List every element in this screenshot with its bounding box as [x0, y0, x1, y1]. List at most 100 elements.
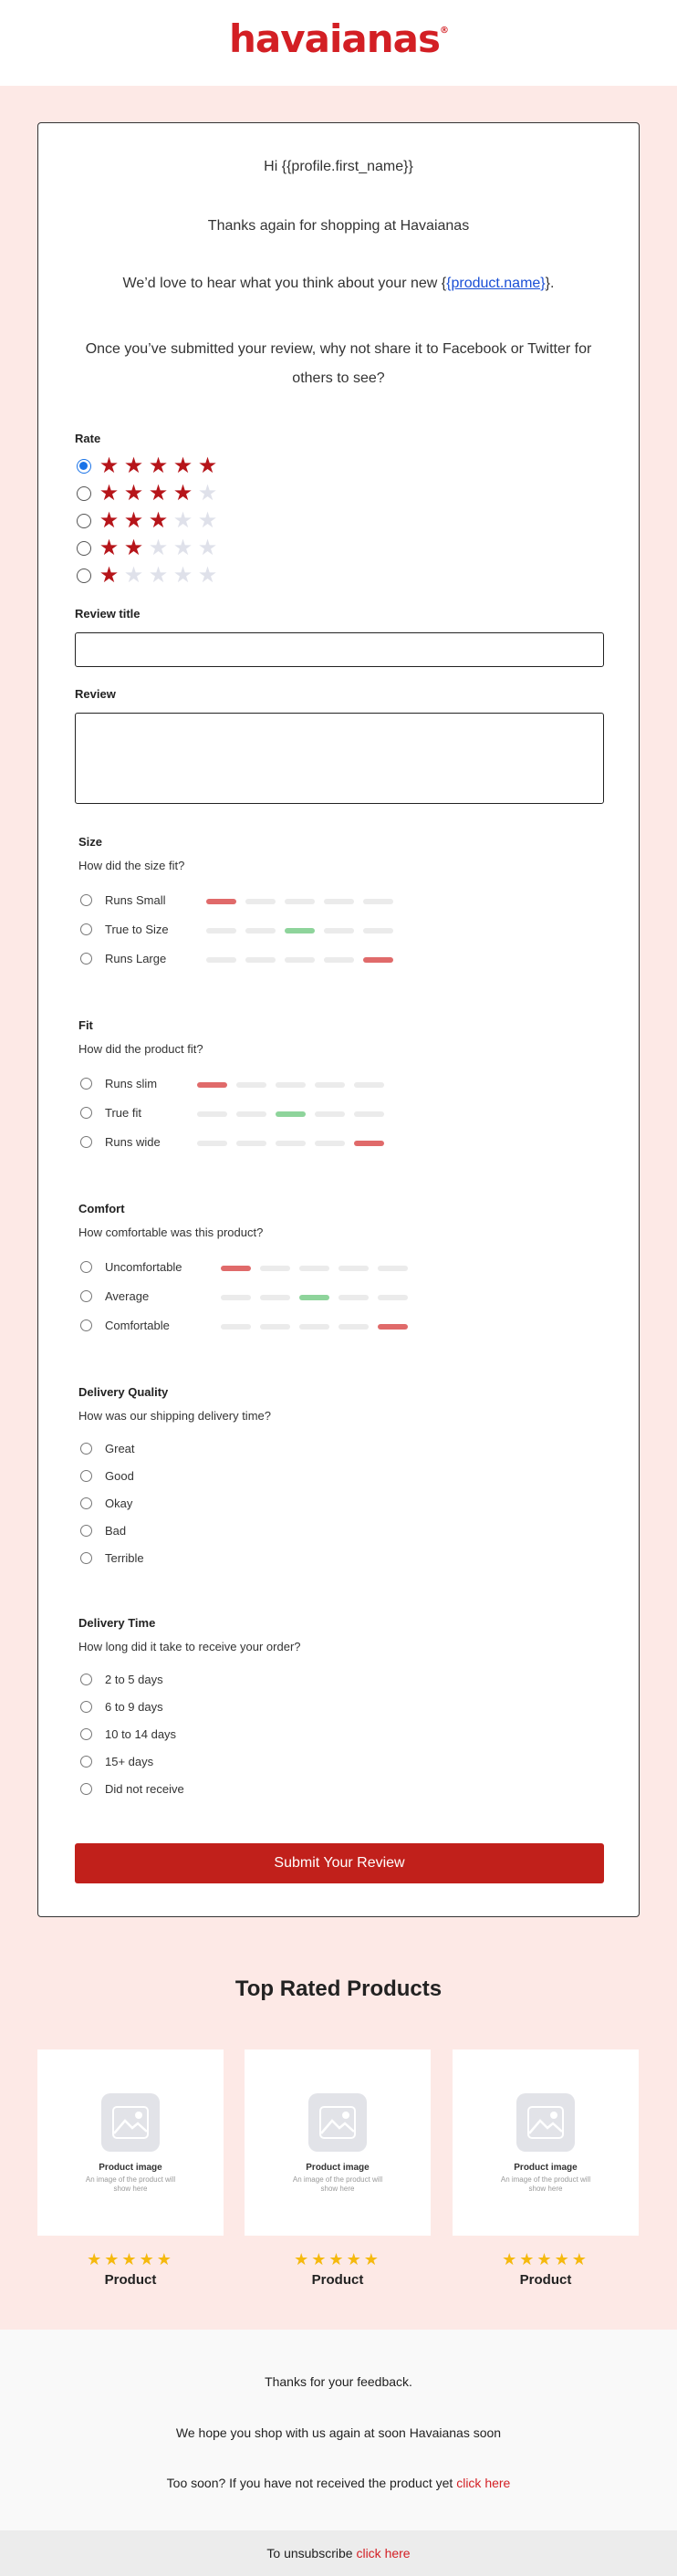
submit-review-button[interactable]: Submit Your Review — [75, 1843, 604, 1883]
fit-scale-indicator — [197, 1111, 384, 1117]
comfort-option[interactable]: Comfortable — [80, 1317, 170, 1333]
radio-button[interactable] — [80, 923, 92, 935]
rate-radio[interactable] — [77, 568, 91, 583]
rate-radio[interactable] — [77, 486, 91, 501]
rate-option-4[interactable]: ★ ★ ★ ★ ★ — [77, 483, 220, 505]
size-option[interactable]: True to Size — [80, 921, 169, 937]
comfort-option[interactable]: Uncomfortable — [80, 1258, 182, 1275]
product-name[interactable]: Product — [245, 2272, 431, 2288]
radio-button[interactable] — [80, 1260, 92, 1273]
product-name[interactable]: Product — [453, 2272, 639, 2288]
radio-button[interactable] — [80, 893, 92, 906]
scale-bar — [363, 957, 393, 963]
product-name-link[interactable]: {product.name} — [446, 276, 546, 291]
not-received-link[interactable]: click here — [456, 2476, 510, 2490]
scale-bar — [221, 1324, 251, 1330]
header: havaianas® — [0, 0, 677, 86]
product-name[interactable]: Product — [37, 2272, 224, 2288]
radio-button[interactable] — [80, 1551, 92, 1564]
radio-button[interactable] — [80, 1497, 92, 1509]
unsubscribe-link[interactable]: click here — [356, 2546, 410, 2560]
scale-bar — [285, 899, 315, 904]
delivery-time-option[interactable]: 15+ days — [80, 1753, 153, 1769]
option-label: Runs Small — [105, 892, 166, 907]
review-title-input[interactable] — [75, 632, 604, 667]
havaianas-logo[interactable]: havaianas® — [0, 16, 677, 61]
delivery-time-option[interactable]: 10 to 14 days — [80, 1726, 176, 1742]
fit-option[interactable]: Runs wide — [80, 1133, 161, 1150]
radio-button[interactable] — [80, 1289, 92, 1302]
star-icon: ★ — [197, 563, 218, 588]
scale-bar — [221, 1266, 251, 1271]
radio-button[interactable] — [80, 1319, 92, 1331]
radio-button[interactable] — [80, 1442, 92, 1455]
scale-bar — [324, 957, 354, 963]
review-textarea[interactable] — [75, 713, 604, 804]
delivery-quality-option[interactable]: Okay — [80, 1495, 132, 1511]
radio-button[interactable] — [80, 1700, 92, 1713]
delivery-quality-question: How was our shipping delivery time? — [78, 1409, 271, 1423]
rate-option-3[interactable]: ★ ★ ★ ★ ★ — [77, 510, 220, 532]
radio-button[interactable] — [80, 1135, 92, 1148]
review-form-card: Hi {{profile.first_name}} Thanks again f… — [37, 122, 640, 1917]
radio-button[interactable] — [80, 1755, 92, 1768]
fit-option[interactable]: True fit — [80, 1104, 141, 1121]
option-label: Did not receive — [105, 1781, 184, 1796]
radio-button[interactable] — [80, 1673, 92, 1685]
fit-title: Fit — [78, 1018, 93, 1032]
scale-bar — [338, 1266, 369, 1271]
size-question: How did the size fit? — [78, 859, 185, 872]
rate-radio[interactable] — [77, 459, 91, 474]
delivery-time-option[interactable]: 2 to 5 days — [80, 1671, 163, 1687]
radio-button[interactable] — [80, 1727, 92, 1740]
star-icon: ★ — [99, 508, 120, 533]
radio-button[interactable] — [80, 1782, 92, 1795]
rate-option-2[interactable]: ★ ★ ★ ★ ★ — [77, 537, 220, 559]
product-card[interactable]: Product image An image of the product wil… — [245, 2049, 431, 2236]
product-image-title: Product image — [514, 2163, 578, 2173]
comfort-title: Comfort — [78, 1202, 125, 1215]
rate-option-1[interactable]: ★ ★ ★ ★ ★ — [77, 565, 220, 587]
delivery-quality-option[interactable]: Bad — [80, 1522, 126, 1538]
star-icon: ★ — [123, 536, 144, 560]
scale-bar — [276, 1141, 306, 1146]
fit-scale-indicator — [197, 1141, 384, 1146]
product-image-desc: An image of the product will show here — [500, 2175, 591, 2193]
product-rating-stars: ★★★★★ — [502, 2250, 589, 2268]
comfort-question: How comfortable was this product? — [78, 1225, 264, 1239]
option-label: Okay — [105, 1496, 133, 1510]
scale-bar — [236, 1141, 266, 1146]
radio-button[interactable] — [80, 1106, 92, 1119]
radio-button[interactable] — [80, 952, 92, 965]
review-title-label: Review title — [75, 607, 141, 621]
scale-bar — [197, 1082, 227, 1088]
radio-button[interactable] — [80, 1524, 92, 1537]
delivery-quality-option[interactable]: Terrible — [80, 1549, 144, 1566]
scale-bar — [315, 1141, 345, 1146]
size-option[interactable]: Runs Small — [80, 892, 165, 908]
delivery-time-title: Delivery Time — [78, 1616, 156, 1630]
rate-option-5[interactable]: ★ ★ ★ ★ ★ — [77, 455, 220, 477]
delivery-quality-option[interactable]: Good — [80, 1467, 134, 1484]
rate-radio[interactable] — [77, 541, 91, 556]
scale-bar — [260, 1295, 290, 1300]
scale-bar — [197, 1141, 227, 1146]
star-icon: ★ — [172, 454, 193, 478]
scale-bar — [206, 928, 236, 933]
product-card[interactable]: Product image An image of the product wil… — [453, 2049, 639, 2236]
scale-bar — [285, 928, 315, 933]
option-label: Comfortable — [105, 1318, 170, 1332]
option-label: Bad — [105, 1523, 127, 1538]
size-option[interactable]: Runs Large — [80, 950, 166, 966]
delivery-time-option[interactable]: 6 to 9 days — [80, 1698, 163, 1715]
radio-button[interactable] — [80, 1077, 92, 1090]
fit-option[interactable]: Runs slim — [80, 1075, 157, 1091]
scale-bar — [260, 1266, 290, 1271]
comfort-option[interactable]: Average — [80, 1288, 149, 1304]
delivery-time-option[interactable]: Did not receive — [80, 1780, 184, 1797]
delivery-quality-option[interactable]: Great — [80, 1440, 135, 1456]
product-card[interactable]: Product image An image of the product wil… — [37, 2049, 224, 2236]
rate-radio[interactable] — [77, 514, 91, 528]
product-image-title: Product image — [99, 2163, 162, 2173]
radio-button[interactable] — [80, 1469, 92, 1482]
